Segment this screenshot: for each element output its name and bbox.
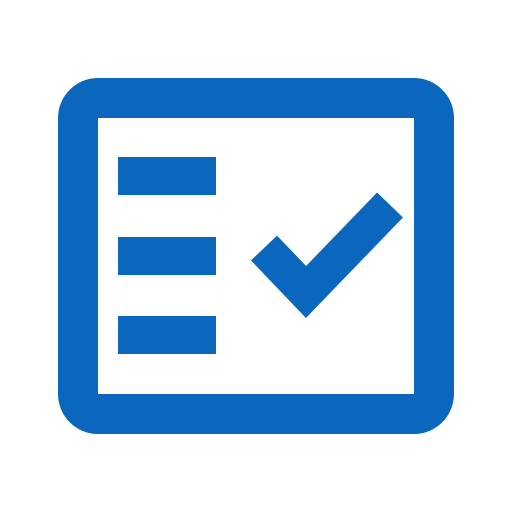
list-line-icon: [118, 237, 216, 275]
list-line-icon: [118, 157, 216, 195]
checklist-icon: [58, 78, 454, 434]
icon-canvas: [0, 0, 512, 512]
list-line-icon: [118, 316, 216, 354]
